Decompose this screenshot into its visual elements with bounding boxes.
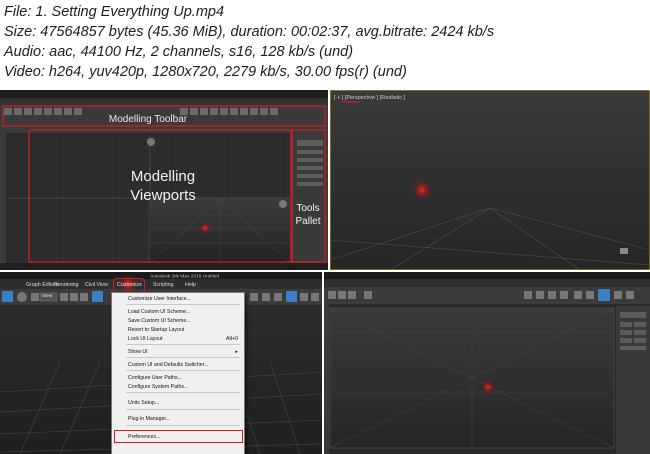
menu-item-ui-switcher[interactable]: Custom UI and Defaults Switcher... xyxy=(128,362,208,368)
info-size: Size: 47564857 bytes (45.36 MiB), durati… xyxy=(4,24,495,40)
cursor-highlight xyxy=(481,380,495,394)
select-icon xyxy=(2,291,13,302)
rotate-icon xyxy=(70,293,78,301)
label-modelling: Modelling xyxy=(131,168,195,185)
menu-item-load-scheme[interactable]: Load Custom UI Scheme... xyxy=(128,309,190,315)
menu-civil-view[interactable]: Civil View xyxy=(85,282,108,288)
label-pallet: Pallet xyxy=(295,216,320,227)
menu-item-system-paths[interactable]: Configure System Paths... xyxy=(128,384,188,390)
frame-viewport-panel xyxy=(324,272,650,454)
sphere-icon xyxy=(17,292,27,302)
menu-help[interactable]: Help xyxy=(185,282,196,288)
shortcut-lock-ui: Alt+0 xyxy=(226,336,238,342)
viewcube-icon xyxy=(279,200,287,208)
submenu-arrow-icon: ▸ xyxy=(235,349,238,355)
info-file: File: 1. Setting Everything Up.mp4 xyxy=(4,4,225,20)
command-panel xyxy=(616,306,650,454)
render-icon xyxy=(92,291,103,302)
label-tools: Tools xyxy=(296,203,319,214)
customize-dropdown-menu: Customize User Interface... Load Custom … xyxy=(111,292,245,454)
label-modelling-toolbar: Modelling Toolbar xyxy=(109,114,188,125)
frame-customize-menu: Autodesk 3ds Max 2016 Untitled Graph Edi… xyxy=(0,272,322,454)
info-video: Video: h264, yuv420p, 1280x720, 2279 kb/… xyxy=(4,64,407,80)
preferences-highlight xyxy=(114,430,243,443)
move-icon xyxy=(60,293,68,301)
thumbnail-grid: Modelling Toolbar Modelling Viewports To… xyxy=(0,90,650,454)
label-viewports: Viewports xyxy=(130,187,196,204)
menu-rendering[interactable]: Rendering xyxy=(54,282,78,288)
view-dropdown-value: View xyxy=(42,294,53,299)
frame1-canvas: Modelling Toolbar Modelling Viewports To… xyxy=(0,90,328,270)
menu-item-units-setup[interactable]: Units Setup... xyxy=(128,400,159,406)
menu-item-lock-ui[interactable]: Lock UI Layout xyxy=(128,336,163,342)
frame2-canvas: [ + ] [Perspective ] [Realistic ] xyxy=(330,90,650,270)
info-audio: Audio: aac, 44100 Hz, 2 channels, s16, 1… xyxy=(4,44,354,60)
menu-item-show-ui[interactable]: Show UI xyxy=(128,349,148,355)
app-title: Autodesk 3ds Max 2016 Untitled xyxy=(150,274,219,280)
cursor-highlight xyxy=(412,180,432,200)
menu-item-user-paths[interactable]: Configure User Paths... xyxy=(128,375,182,381)
scale-icon xyxy=(80,293,88,301)
frame-ui-overview: Modelling Toolbar Modelling Viewports To… xyxy=(0,90,328,270)
menu-item-plugin-manager[interactable]: Plug-in Manager... xyxy=(128,416,170,422)
viewcube-icon xyxy=(620,248,628,254)
viewport-label[interactable]: [ + ] [Perspective ] [Realistic ] xyxy=(334,95,406,101)
frame-perspective-viewport: [ + ] [Perspective ] [Realistic ] xyxy=(330,90,650,270)
frame4-canvas xyxy=(324,272,650,454)
render-icon xyxy=(598,289,610,301)
cursor-highlight xyxy=(199,222,211,234)
customize-highlight xyxy=(113,278,145,293)
menu-item-revert-layout[interactable]: Revert to Startup Layout xyxy=(128,327,184,333)
link-icon xyxy=(31,293,39,301)
title-bar xyxy=(0,90,328,98)
viewcube-icon xyxy=(147,138,155,146)
video-info: File: 1. Setting Everything Up.mp4 Size:… xyxy=(4,2,650,82)
menu-item-save-scheme[interactable]: Save Custom UI Scheme... xyxy=(128,318,191,324)
menu-item-customize-ui[interactable]: Customize User Interface... xyxy=(128,296,191,302)
menu-scripting[interactable]: Scripting xyxy=(153,282,174,288)
